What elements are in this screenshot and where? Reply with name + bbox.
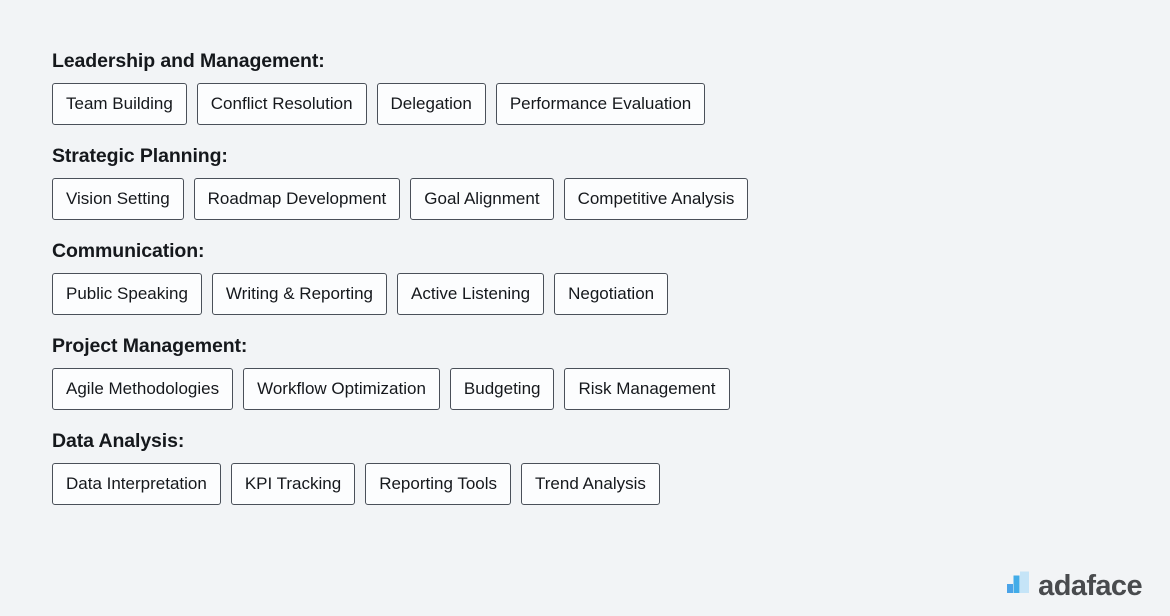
bar-chart-bar-middle — [1013, 575, 1020, 593]
bar-chart-bar-left — [1007, 584, 1014, 593]
skill-tag[interactable]: Public Speaking — [52, 273, 202, 315]
bar-chart-icon — [1007, 571, 1030, 598]
skill-tag[interactable]: Agile Methodologies — [52, 368, 234, 410]
skill-tag-row: Team Building Conflict Resolution Delegati… — [52, 83, 1118, 125]
skill-tag[interactable]: Performance Evaluation — [495, 83, 706, 125]
skill-group-heading: Strategic Planning: — [52, 145, 228, 167]
skill-tag[interactable]: Vision Setting — [52, 178, 184, 220]
skill-tag-row: Data Interpretation KPI Tracking Reporting… — [52, 463, 1118, 505]
bar-chart-bar-right — [1020, 571, 1030, 593]
skill-tag[interactable]: Delegation — [376, 83, 486, 125]
skills-panel: Leadership and Management: Team Building C… — [52, 48, 1118, 505]
skill-group: Communication: Public Speaking Writing & R… — [52, 238, 1118, 315]
skill-tag[interactable]: Data Interpretation — [52, 463, 221, 505]
skill-tag[interactable]: Writing & Reporting — [211, 273, 388, 315]
skill-tag[interactable]: KPI Tracking — [230, 463, 356, 505]
skill-tag[interactable]: Team Building — [52, 83, 187, 125]
skill-tag-row: Vision Setting Roadmap Development Goal Al… — [52, 178, 1118, 220]
skill-tag[interactable]: Negotiation — [554, 273, 669, 315]
skill-tag[interactable]: Workflow Optimization — [243, 368, 440, 410]
skill-group-heading: Project Management: — [52, 335, 248, 357]
skill-tag[interactable]: Reporting Tools — [365, 463, 512, 505]
adaface-logo: adaface — [1007, 569, 1143, 602]
skill-group: Project Management: Agile Methodologies Wo… — [52, 333, 1118, 410]
skill-group: Data Analysis: Data Interpretation KPI Tra… — [52, 428, 1118, 505]
skill-group-heading: Leadership and Management: — [52, 50, 325, 72]
skill-group-heading: Communication: — [52, 240, 205, 262]
skill-tag[interactable]: Trend Analysis — [521, 463, 660, 505]
skill-tag-row: Agile Methodologies Workflow Optimization… — [52, 368, 1118, 410]
skill-group-heading: Data Analysis: — [52, 430, 185, 452]
skill-tag[interactable]: Roadmap Development — [193, 178, 401, 220]
skill-tag[interactable]: Budgeting — [449, 368, 555, 410]
skill-tag[interactable]: Active Listening — [397, 273, 545, 315]
skill-tag-row: Public Speaking Writing & Reporting Active… — [52, 273, 1118, 315]
skill-group: Leadership and Management: Team Building C… — [52, 48, 1118, 125]
adaface-wordmark: adaface — [1038, 570, 1142, 602]
skill-tag[interactable]: Conflict Resolution — [196, 83, 367, 125]
skill-tag[interactable]: Competitive Analysis — [563, 178, 749, 220]
skill-tag[interactable]: Risk Management — [564, 368, 730, 410]
skill-tag[interactable]: Goal Alignment — [410, 178, 554, 220]
skill-group: Strategic Planning: Vision Setting Roadmap… — [52, 143, 1118, 220]
